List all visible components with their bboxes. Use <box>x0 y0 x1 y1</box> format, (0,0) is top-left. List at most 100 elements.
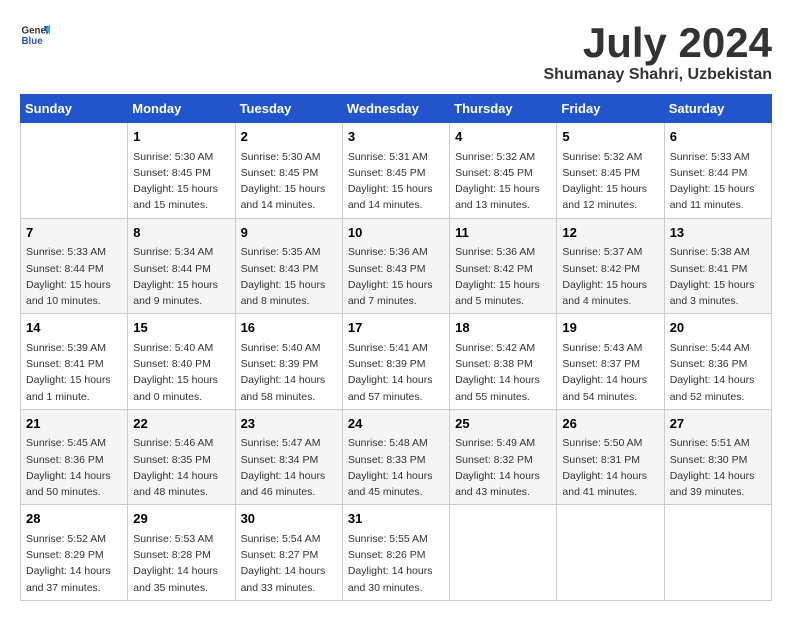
logo-icon: General Blue <box>20 20 50 50</box>
calendar-cell: 20Sunrise: 5:44 AMSunset: 8:36 PMDayligh… <box>664 314 771 410</box>
day-info: Sunrise: 5:50 AMSunset: 8:31 PMDaylight:… <box>562 435 658 500</box>
day-number: 10 <box>348 223 444 243</box>
day-info: Sunrise: 5:30 AMSunset: 8:45 PMDaylight:… <box>241 149 337 214</box>
calendar-cell: 26Sunrise: 5:50 AMSunset: 8:31 PMDayligh… <box>557 409 664 505</box>
day-number: 4 <box>455 127 551 147</box>
day-info: Sunrise: 5:32 AMSunset: 8:45 PMDaylight:… <box>455 149 551 214</box>
calendar-cell: 31Sunrise: 5:55 AMSunset: 8:26 PMDayligh… <box>342 505 449 601</box>
calendar-cell: 15Sunrise: 5:40 AMSunset: 8:40 PMDayligh… <box>128 314 235 410</box>
day-number: 6 <box>670 127 766 147</box>
day-number: 23 <box>241 414 337 434</box>
calendar-cell: 9Sunrise: 5:35 AMSunset: 8:43 PMDaylight… <box>235 218 342 314</box>
logo: General Blue <box>20 20 50 50</box>
calendar-cell: 5Sunrise: 5:32 AMSunset: 8:45 PMDaylight… <box>557 123 664 219</box>
calendar-cell: 10Sunrise: 5:36 AMSunset: 8:43 PMDayligh… <box>342 218 449 314</box>
day-number: 7 <box>26 223 122 243</box>
calendar-cell: 8Sunrise: 5:34 AMSunset: 8:44 PMDaylight… <box>128 218 235 314</box>
calendar-cell: 24Sunrise: 5:48 AMSunset: 8:33 PMDayligh… <box>342 409 449 505</box>
day-number: 22 <box>133 414 229 434</box>
day-info: Sunrise: 5:38 AMSunset: 8:41 PMDaylight:… <box>670 244 766 309</box>
day-info: Sunrise: 5:34 AMSunset: 8:44 PMDaylight:… <box>133 244 229 309</box>
day-info: Sunrise: 5:45 AMSunset: 8:36 PMDaylight:… <box>26 435 122 500</box>
day-number: 12 <box>562 223 658 243</box>
calendar-header-thursday: Thursday <box>450 95 557 123</box>
calendar-week-row: 7Sunrise: 5:33 AMSunset: 8:44 PMDaylight… <box>21 218 772 314</box>
calendar-header-tuesday: Tuesday <box>235 95 342 123</box>
calendar-cell: 2Sunrise: 5:30 AMSunset: 8:45 PMDaylight… <box>235 123 342 219</box>
svg-text:Blue: Blue <box>22 36 44 47</box>
calendar-header-wednesday: Wednesday <box>342 95 449 123</box>
day-info: Sunrise: 5:37 AMSunset: 8:42 PMDaylight:… <box>562 244 658 309</box>
calendar-cell: 22Sunrise: 5:46 AMSunset: 8:35 PMDayligh… <box>128 409 235 505</box>
day-number: 14 <box>26 318 122 338</box>
day-number: 13 <box>670 223 766 243</box>
calendar-cell: 7Sunrise: 5:33 AMSunset: 8:44 PMDaylight… <box>21 218 128 314</box>
day-number: 18 <box>455 318 551 338</box>
page-header: General Blue July 2024 Shumanay Shahri, … <box>20 20 772 84</box>
calendar-cell: 6Sunrise: 5:33 AMSunset: 8:44 PMDaylight… <box>664 123 771 219</box>
day-info: Sunrise: 5:32 AMSunset: 8:45 PMDaylight:… <box>562 149 658 214</box>
calendar-cell: 11Sunrise: 5:36 AMSunset: 8:42 PMDayligh… <box>450 218 557 314</box>
calendar-cell: 27Sunrise: 5:51 AMSunset: 8:30 PMDayligh… <box>664 409 771 505</box>
day-number: 11 <box>455 223 551 243</box>
day-info: Sunrise: 5:42 AMSunset: 8:38 PMDaylight:… <box>455 340 551 405</box>
day-info: Sunrise: 5:51 AMSunset: 8:30 PMDaylight:… <box>670 435 766 500</box>
day-number: 8 <box>133 223 229 243</box>
day-info: Sunrise: 5:33 AMSunset: 8:44 PMDaylight:… <box>26 244 122 309</box>
main-title: July 2024 <box>543 20 772 66</box>
day-number: 30 <box>241 509 337 529</box>
day-info: Sunrise: 5:31 AMSunset: 8:45 PMDaylight:… <box>348 149 444 214</box>
calendar-cell: 30Sunrise: 5:54 AMSunset: 8:27 PMDayligh… <box>235 505 342 601</box>
day-number: 19 <box>562 318 658 338</box>
day-info: Sunrise: 5:48 AMSunset: 8:33 PMDaylight:… <box>348 435 444 500</box>
calendar-cell: 18Sunrise: 5:42 AMSunset: 8:38 PMDayligh… <box>450 314 557 410</box>
subtitle: Shumanay Shahri, Uzbekistan <box>543 66 772 84</box>
calendar-header-saturday: Saturday <box>664 95 771 123</box>
calendar-week-row: 1Sunrise: 5:30 AMSunset: 8:45 PMDaylight… <box>21 123 772 219</box>
day-info: Sunrise: 5:53 AMSunset: 8:28 PMDaylight:… <box>133 531 229 596</box>
day-info: Sunrise: 5:40 AMSunset: 8:39 PMDaylight:… <box>241 340 337 405</box>
calendar-cell: 29Sunrise: 5:53 AMSunset: 8:28 PMDayligh… <box>128 505 235 601</box>
day-number: 24 <box>348 414 444 434</box>
day-number: 5 <box>562 127 658 147</box>
day-number: 31 <box>348 509 444 529</box>
day-number: 21 <box>26 414 122 434</box>
calendar-cell: 23Sunrise: 5:47 AMSunset: 8:34 PMDayligh… <box>235 409 342 505</box>
day-info: Sunrise: 5:33 AMSunset: 8:44 PMDaylight:… <box>670 149 766 214</box>
title-block: July 2024 Shumanay Shahri, Uzbekistan <box>543 20 772 84</box>
day-number: 26 <box>562 414 658 434</box>
calendar-cell: 1Sunrise: 5:30 AMSunset: 8:45 PMDaylight… <box>128 123 235 219</box>
calendar-cell <box>450 505 557 601</box>
day-number: 1 <box>133 127 229 147</box>
day-info: Sunrise: 5:36 AMSunset: 8:42 PMDaylight:… <box>455 244 551 309</box>
calendar-week-row: 21Sunrise: 5:45 AMSunset: 8:36 PMDayligh… <box>21 409 772 505</box>
calendar-cell: 4Sunrise: 5:32 AMSunset: 8:45 PMDaylight… <box>450 123 557 219</box>
calendar-cell <box>664 505 771 601</box>
day-number: 16 <box>241 318 337 338</box>
calendar-header-sunday: Sunday <box>21 95 128 123</box>
day-number: 25 <box>455 414 551 434</box>
day-number: 20 <box>670 318 766 338</box>
day-info: Sunrise: 5:36 AMSunset: 8:43 PMDaylight:… <box>348 244 444 309</box>
day-info: Sunrise: 5:39 AMSunset: 8:41 PMDaylight:… <box>26 340 122 405</box>
day-info: Sunrise: 5:47 AMSunset: 8:34 PMDaylight:… <box>241 435 337 500</box>
calendar-cell: 13Sunrise: 5:38 AMSunset: 8:41 PMDayligh… <box>664 218 771 314</box>
calendar-cell: 17Sunrise: 5:41 AMSunset: 8:39 PMDayligh… <box>342 314 449 410</box>
day-info: Sunrise: 5:49 AMSunset: 8:32 PMDaylight:… <box>455 435 551 500</box>
calendar-cell: 21Sunrise: 5:45 AMSunset: 8:36 PMDayligh… <box>21 409 128 505</box>
calendar-cell <box>21 123 128 219</box>
day-info: Sunrise: 5:41 AMSunset: 8:39 PMDaylight:… <box>348 340 444 405</box>
day-number: 29 <box>133 509 229 529</box>
day-info: Sunrise: 5:40 AMSunset: 8:40 PMDaylight:… <box>133 340 229 405</box>
calendar-cell <box>557 505 664 601</box>
calendar-header-friday: Friday <box>557 95 664 123</box>
day-info: Sunrise: 5:43 AMSunset: 8:37 PMDaylight:… <box>562 340 658 405</box>
calendar-cell: 16Sunrise: 5:40 AMSunset: 8:39 PMDayligh… <box>235 314 342 410</box>
day-info: Sunrise: 5:52 AMSunset: 8:29 PMDaylight:… <box>26 531 122 596</box>
calendar-header-monday: Monday <box>128 95 235 123</box>
day-number: 9 <box>241 223 337 243</box>
calendar-cell: 25Sunrise: 5:49 AMSunset: 8:32 PMDayligh… <box>450 409 557 505</box>
calendar-cell: 19Sunrise: 5:43 AMSunset: 8:37 PMDayligh… <box>557 314 664 410</box>
calendar-cell: 14Sunrise: 5:39 AMSunset: 8:41 PMDayligh… <box>21 314 128 410</box>
day-info: Sunrise: 5:30 AMSunset: 8:45 PMDaylight:… <box>133 149 229 214</box>
